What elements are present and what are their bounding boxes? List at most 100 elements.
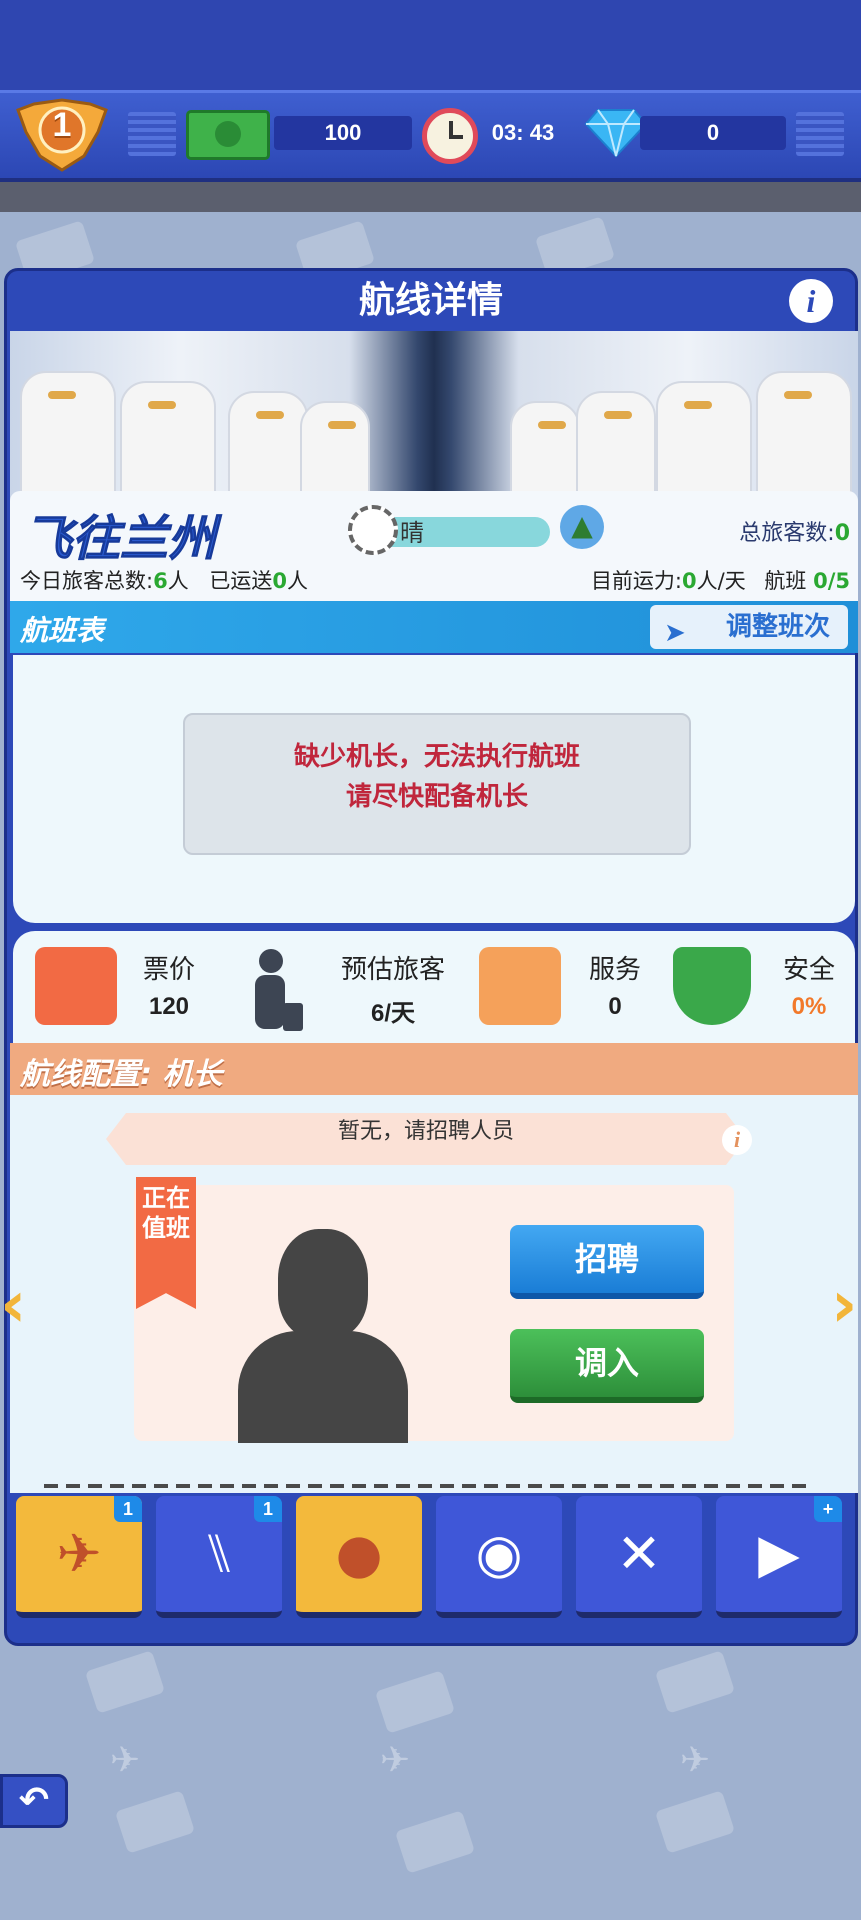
flights-value: 0/5	[813, 569, 850, 593]
background-plane-icon: ✈	[380, 1740, 411, 1781]
ticket-icon[interactable]	[35, 947, 117, 1025]
background-ticket-icon	[84, 1650, 166, 1714]
airplane-icon: ✈	[56, 1522, 102, 1585]
capacity-label: 目前运力:	[590, 569, 683, 593]
passenger-icon	[249, 947, 305, 1031]
slot-ground-crew[interactable]: ◉	[436, 1496, 562, 1618]
seat-icon: ⑊	[202, 1522, 236, 1585]
background-ticket-icon	[654, 1650, 736, 1714]
route-stats: 票价 120 预估旅客 6/天 服务 0 安全 0%	[13, 931, 855, 1043]
cabin-seat	[20, 371, 116, 501]
timer-value: 03: 43	[491, 120, 555, 145]
tree-icon: ▲	[560, 505, 604, 549]
total-passengers-value: 0	[834, 521, 850, 546]
background-ticket-icon	[374, 1670, 456, 1734]
estimated-passengers-label: 预估旅客	[340, 955, 445, 985]
slot-dining[interactable]: ✕	[576, 1496, 702, 1618]
notice-info-icon[interactable]: i	[722, 1125, 752, 1155]
cursor-icon: ➤	[664, 618, 686, 648]
diamond-icon	[584, 109, 648, 158]
background-ticket-icon	[114, 1790, 196, 1854]
slot-seat[interactable]: ⑊ 1	[156, 1496, 282, 1618]
slot-badge: 1	[254, 1496, 282, 1522]
today-passengers-value: 6	[153, 569, 168, 593]
cabin-illustration	[10, 331, 858, 501]
background-plane-icon: ✈	[110, 1740, 141, 1781]
back-arrow-icon: ↶	[18, 1780, 50, 1821]
estimated-passengers-value: 6/天	[370, 1000, 415, 1027]
config-body: 暂无，请招聘人员 i 正在值班 招聘 调入	[10, 1095, 858, 1493]
slot-airplane[interactable]: ✈ 1	[16, 1496, 142, 1618]
captain-silhouette-body	[238, 1331, 408, 1443]
slot-captain[interactable]: ●	[296, 1496, 422, 1618]
safety-shield-icon[interactable]	[673, 947, 751, 1025]
schedule-header: 航班表 ➤ 调整班次	[10, 601, 858, 653]
hud-vent-decoration	[128, 112, 176, 156]
cabin-seat	[300, 401, 370, 501]
hire-button[interactable]: 招聘	[510, 1225, 704, 1299]
cash-amount: 100	[274, 116, 412, 150]
slot-badge: +	[814, 1496, 842, 1522]
info-icon[interactable]: i	[789, 279, 833, 323]
alarm-clock-icon	[422, 108, 478, 164]
shipped-unit: 人	[287, 569, 309, 593]
shipped-value: 0	[272, 569, 288, 593]
cabin-seat	[656, 381, 752, 501]
config-header: 航线配置: 机长	[10, 1043, 858, 1095]
back-button[interactable]: ↶	[0, 1774, 68, 1828]
dashed-divider	[44, 1484, 814, 1488]
passenger-silhouette-icon	[255, 949, 303, 1031]
previous-arrow-icon[interactable]: ‹	[0, 1270, 30, 1340]
ticket-price-label: 票价	[142, 955, 195, 985]
level-badge[interactable]: 1	[14, 96, 110, 174]
today-passengers-label: 今日旅客总数:	[20, 569, 154, 593]
next-arrow-icon[interactable]: ›	[831, 1270, 861, 1340]
config-title: 航线配置: 机长	[20, 1057, 223, 1092]
level-number: 1	[52, 106, 72, 144]
today-passengers-unit: 人	[167, 569, 189, 593]
cabin-seat	[120, 381, 216, 501]
missing-captain-warning: 缺少机长，无法执行航班 请尽快配备机长	[183, 713, 691, 855]
captain-icon: ●	[335, 1522, 383, 1585]
adjust-schedule-button[interactable]: ➤ 调整班次	[650, 605, 848, 649]
entertainment-icon: ▶	[758, 1522, 800, 1585]
capacity-info: 目前运力:0人/天 航班 0/5	[591, 565, 850, 595]
route-summary: 飞往兰州 晴 ▲ 总旅客数:0 今日旅客总数:6人 已运送0人 目前运力:0人/…	[10, 491, 858, 601]
diamond-amount: 0	[640, 116, 786, 150]
service-value: 0	[608, 993, 622, 1020]
shipped-label: 已运送	[209, 569, 273, 593]
hud-vent-decoration	[796, 112, 844, 156]
total-passengers-label: 总旅客数:	[739, 521, 835, 546]
cabin-seat	[756, 371, 852, 501]
warning-line-2: 请尽快配备机长	[345, 782, 528, 812]
capacity-unit: 人/天	[696, 569, 746, 593]
service-icon[interactable]	[479, 947, 561, 1025]
slot-entertainment[interactable]: ▶ +	[716, 1496, 842, 1618]
background-ticket-icon	[654, 1790, 736, 1854]
ticket-price-value: 120	[148, 993, 190, 1020]
safety-label: 安全	[782, 955, 835, 985]
dining-icon: ✕	[616, 1522, 662, 1585]
panel-title: 航线详情	[358, 280, 503, 321]
sun-icon	[348, 505, 398, 555]
captain-silhouette-head	[278, 1229, 368, 1339]
route-detail-panel: 航线详情 i 飞往兰州 晴 ▲ 总旅客数:0 今日旅客总数:6人 已运送0人 目…	[4, 268, 858, 1646]
adjust-schedule-label: 调整班次	[725, 612, 830, 642]
ground-crew-icon: ◉	[475, 1522, 523, 1585]
destination-title: 飞往兰州	[23, 511, 217, 568]
today-passengers: 今日旅客总数:6人 已运送0人	[20, 565, 308, 595]
flights-label: 航班	[764, 569, 807, 593]
capacity-value: 0	[682, 569, 697, 593]
weather-label: 晴	[400, 519, 424, 547]
background-ticket-icon	[394, 1810, 476, 1874]
on-duty-ribbon: 正在值班	[136, 1177, 196, 1309]
schedule-title: 航班表	[20, 614, 105, 647]
schedule-body: 缺少机长，无法执行航班 请尽快配备机长	[13, 655, 855, 923]
cash-icon	[186, 110, 270, 160]
safety-value: 0%	[791, 993, 827, 1020]
cabin-seat	[510, 401, 580, 501]
no-staff-notice: 暂无，请招聘人员	[106, 1113, 746, 1165]
transfer-in-button[interactable]: 调入	[510, 1329, 704, 1403]
cabin-seat	[576, 391, 656, 501]
total-passengers: 总旅客数:0	[739, 515, 850, 547]
